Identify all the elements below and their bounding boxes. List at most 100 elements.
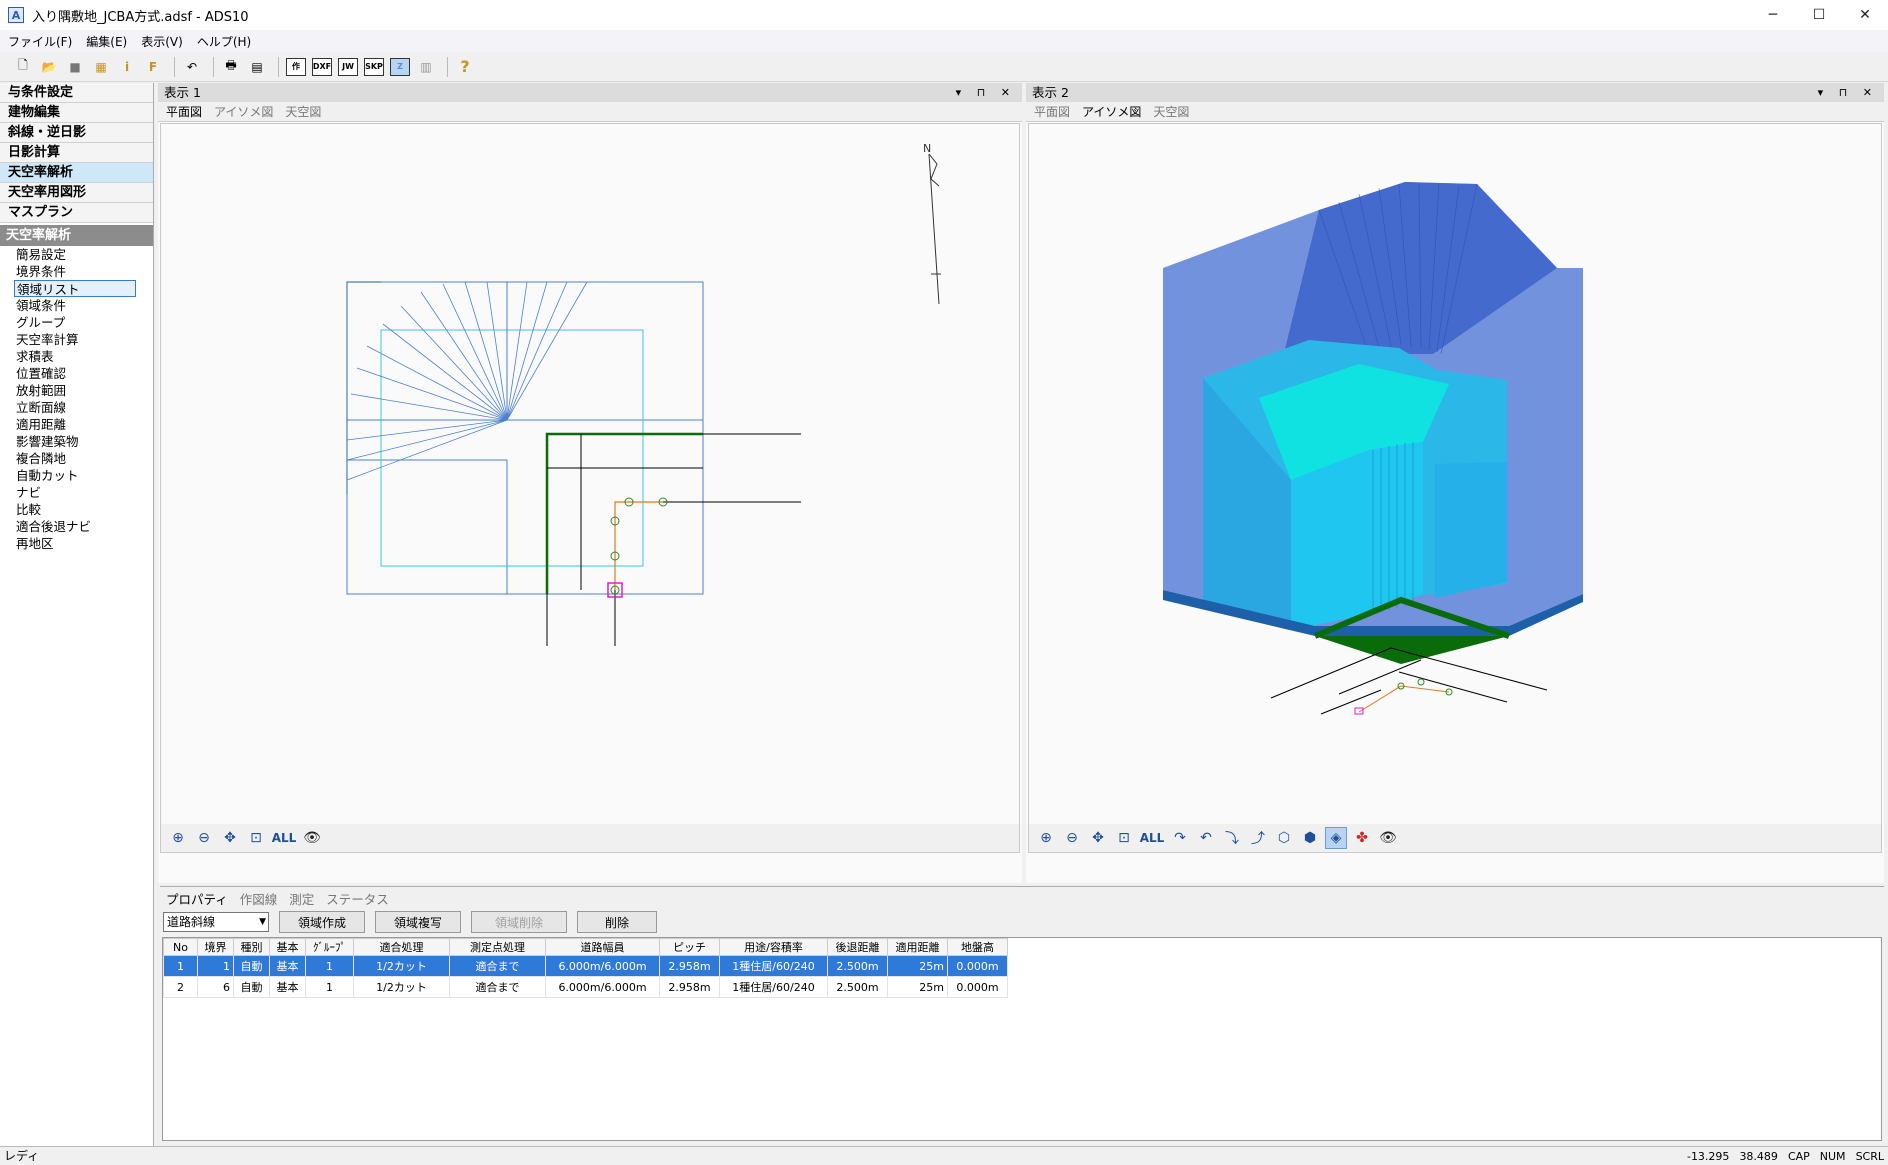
skp-button[interactable]: SKP — [363, 56, 385, 78]
tab-sky[interactable]: 天空図 — [1153, 103, 1189, 120]
sidebar-item[interactable]: 再地区 — [0, 535, 153, 552]
tab-plan[interactable]: 平面図 — [1034, 103, 1070, 120]
maximize-button[interactable]: ☐ — [1796, 0, 1842, 30]
tab-drawing-lines[interactable]: 作図線 — [240, 889, 278, 908]
col-header: ｸﾞﾙｰﾌﾟ — [305, 938, 354, 956]
sidebar-item[interactable]: 位置確認 — [0, 365, 153, 382]
z-button[interactable]: Z — [389, 56, 411, 78]
undo-icon[interactable]: ↶ — [181, 56, 203, 78]
sidebar-item[interactable]: 複合隣地 — [0, 450, 153, 467]
zoom-out-icon[interactable]: ⊖ — [193, 827, 215, 849]
table-cell: 2 — [163, 976, 198, 998]
sidebar-item[interactable]: ナビ — [0, 484, 153, 501]
eye-icon[interactable]: 👁 — [1377, 827, 1399, 849]
tab-sky[interactable]: 天空図 — [285, 103, 321, 120]
zoom-all-button[interactable]: ALL — [1139, 827, 1165, 849]
delete-region-button[interactable]: 領域削除 — [471, 911, 567, 933]
sidebar-category[interactable]: 斜線・逆日影 — [0, 123, 153, 143]
menu-edit[interactable]: 編集(E) — [86, 33, 127, 50]
dxf-button[interactable]: DXF — [311, 56, 333, 78]
sidebar-item[interactable]: 放射範囲 — [0, 382, 153, 399]
sidebar-item[interactable]: 簡易設定 — [0, 246, 153, 263]
orbit-icon[interactable]: ✤ — [1351, 827, 1373, 849]
type-select[interactable]: 道路斜線 ▼ — [163, 912, 269, 932]
zoom-out-icon[interactable]: ⊖ — [1061, 827, 1083, 849]
sidebar-item[interactable]: 領域条件 — [0, 297, 153, 314]
menu-file[interactable]: ファイル(F) — [8, 33, 72, 50]
sidebar-item[interactable]: 比較 — [0, 501, 153, 518]
isometric-canvas[interactable]: ⊕ ⊖ ✥ ⊡ ALL ↷ ↶ ⤵ ⤴ ⬡ ⬢ ◈ ✤ 👁 — [1028, 123, 1882, 853]
sidebar-category[interactable]: 与条件設定 — [0, 83, 153, 103]
tab-plan[interactable]: 平面図 — [166, 103, 202, 120]
north-arrow-icon — [928, 153, 941, 305]
table-cell: 基本 — [269, 955, 306, 977]
zoom-in-icon[interactable]: ⊕ — [167, 827, 189, 849]
zoom-in-icon[interactable]: ⊕ — [1035, 827, 1057, 849]
sidebar-item[interactable]: グループ — [0, 314, 153, 331]
tab-isometric[interactable]: アイソメ図 — [214, 103, 273, 120]
table-row-selected[interactable]: 1 1 自動 基本 1 1/2カット 適合まで 6.000m/6.000m 2.… — [163, 955, 1008, 977]
table-cell: 2.958m — [659, 976, 720, 998]
font-icon[interactable]: F — [142, 56, 164, 78]
plan-drawing: N — [346, 142, 941, 646]
sidebar-category[interactable]: マスプラン — [0, 203, 153, 223]
book-icon[interactable]: ▥ — [415, 56, 437, 78]
sidebar-item[interactable]: 立断面線 — [0, 399, 153, 416]
sidebar-item-selected[interactable]: 領域リスト — [14, 280, 136, 297]
zoom-window-icon[interactable]: ⊡ — [1113, 827, 1135, 849]
rotate-down-icon[interactable]: ⤵ — [1221, 827, 1243, 849]
rotate-up-icon[interactable]: ⤴ — [1247, 827, 1269, 849]
sidebar-category[interactable]: 天空率用図形 — [0, 183, 153, 203]
sidebar-category-active[interactable]: 天空率解析 — [0, 163, 153, 183]
sidebar-item[interactable]: 影響建築物 — [0, 433, 153, 450]
sidebar-category[interactable]: 建物編集 — [0, 103, 153, 123]
sidebar-item[interactable]: 天空率計算 — [0, 331, 153, 348]
new-file-icon[interactable]: 🗋 — [12, 56, 34, 78]
create-button[interactable]: 作 — [285, 56, 307, 78]
tab-measure[interactable]: 測定 — [289, 889, 314, 908]
save-icon[interactable]: ■ — [64, 56, 86, 78]
menu-view[interactable]: 表示(V) — [141, 33, 183, 50]
sidebar-item[interactable]: 自動カット — [0, 467, 153, 484]
print-preview-icon[interactable]: ▤ — [246, 56, 268, 78]
wireframe-icon[interactable]: ⬡ — [1273, 827, 1295, 849]
panel-controls[interactable]: ▾ ⊓ ✕ — [956, 83, 1016, 102]
rotate-left-icon[interactable]: ↷ — [1169, 827, 1191, 849]
copy-region-button[interactable]: 領域複写 — [375, 911, 461, 933]
close-button[interactable]: ✕ — [1842, 0, 1888, 30]
table-cell: 1/2カット — [353, 955, 450, 977]
pan-icon[interactable]: ✥ — [219, 827, 241, 849]
rotate-right-icon[interactable]: ↶ — [1195, 827, 1217, 849]
menu-help[interactable]: ヘルプ(H) — [197, 33, 251, 50]
panel-controls[interactable]: ▾ ⊓ ✕ — [1818, 83, 1878, 102]
sidebar-item[interactable]: 境界条件 — [0, 263, 153, 280]
measure-points[interactable] — [610, 497, 668, 595]
print-icon[interactable]: 🖶 — [220, 56, 242, 78]
help-button[interactable]: ? — [454, 56, 476, 78]
col-header: 道路幅員 — [545, 938, 660, 956]
info-icon[interactable]: i — [116, 56, 138, 78]
tab-status[interactable]: ステータス — [326, 889, 389, 908]
zoom-window-icon[interactable]: ⊡ — [245, 827, 267, 849]
jw-button[interactable]: JW — [337, 56, 359, 78]
zoom-all-button[interactable]: ALL — [271, 827, 297, 849]
open-folder-icon[interactable]: 📂 — [38, 56, 60, 78]
eye-icon[interactable]: 👁 — [301, 827, 323, 849]
pan-icon[interactable]: ✥ — [1087, 827, 1109, 849]
sidebar-category[interactable]: 日影計算 — [0, 143, 153, 163]
delete-button[interactable]: 削除 — [577, 911, 657, 933]
plan-canvas[interactable]: N ⊕ ⊖ ✥ ⊡ ALL 👁 — [160, 123, 1020, 853]
tab-isometric[interactable]: アイソメ図 — [1082, 103, 1141, 120]
create-region-button[interactable]: 領域作成 — [279, 911, 365, 933]
hidden-line-icon[interactable]: ⬢ — [1299, 827, 1321, 849]
sidebar-item[interactable]: 求積表 — [0, 348, 153, 365]
sidebar-item[interactable]: 適合後退ナビ — [0, 518, 153, 535]
minimize-button[interactable]: ─ — [1750, 0, 1796, 30]
save-as-icon[interactable]: ▦ — [90, 56, 112, 78]
table-row[interactable]: 2 6 自動 基本 1 1/2カット 適合まで 6.000m/6.000m 2.… — [163, 976, 1008, 998]
tab-property[interactable]: プロパティ — [166, 889, 228, 908]
sidebar: 与条件設定 建物編集 斜線・逆日影 日影計算 天空率解析 天空率用図形 マスプラ… — [0, 83, 154, 1147]
sidebar-item[interactable]: 適用距離 — [0, 416, 153, 433]
shaded-icon[interactable]: ◈ — [1325, 827, 1347, 849]
table-cell: 1 — [163, 955, 198, 977]
